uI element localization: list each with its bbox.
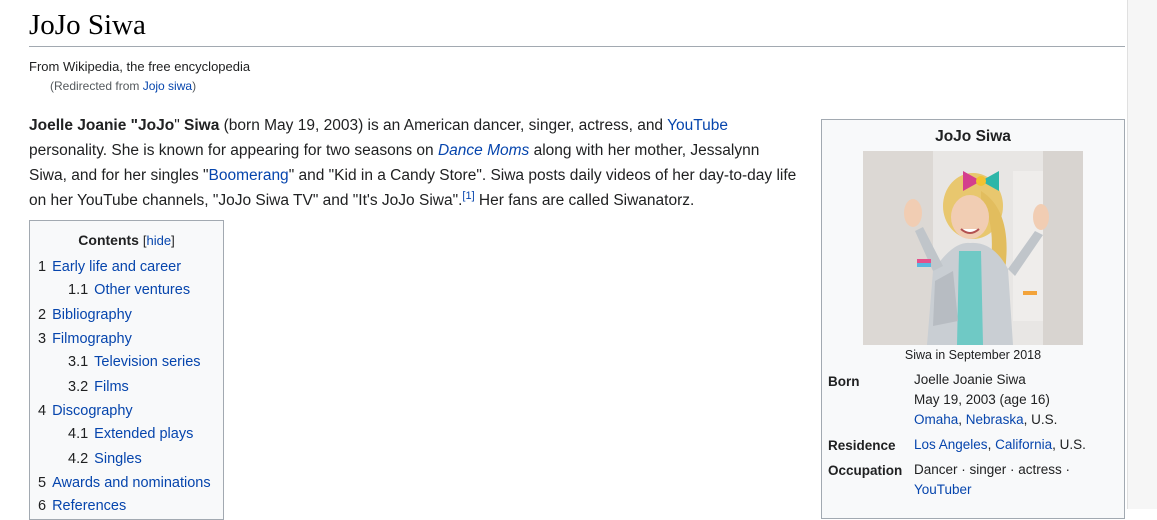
site-tagline: From Wikipedia, the free encyclopedia [29, 59, 251, 74]
toc-item-singles[interactable]: 4.2 Singles [68, 451, 142, 467]
lead-paragraph: Joelle Joanie "JoJo" Siwa (born May 19, … [29, 113, 799, 213]
lead-text: Her fans are called Siwanatorz. [474, 192, 695, 209]
toc-number: 3.1 [68, 354, 89, 370]
page-title: JoJo Siwa [29, 6, 1125, 47]
born-value: Joelle Joanie Siwa May 19, 2003 (age 16)… [914, 370, 1057, 430]
toc-item-bibliography[interactable]: 2 Bibliography [38, 307, 132, 323]
youtuber-link[interactable]: YouTuber [914, 482, 972, 497]
toc-label: Discography [52, 403, 133, 419]
toc-hide-link[interactable]: hide [146, 233, 171, 248]
born-label: Born [828, 374, 860, 389]
occupation-label: Occupation [828, 463, 903, 478]
toc-item-films[interactable]: 3.2 Films [68, 379, 129, 395]
toc-number: 6 [38, 498, 47, 514]
occupation-text: Dancer · singer · actress · [914, 462, 1071, 477]
occupation-value: Dancer · singer · actress · YouTuber [914, 460, 1070, 500]
toc-label: Films [94, 379, 129, 395]
born-date: May 19, 2003 (age 16) [914, 392, 1050, 407]
lead-name-first: Joelle Joanie " [29, 117, 139, 134]
omaha-link[interactable]: Omaha [914, 412, 958, 427]
reference-link[interactable]: [1] [462, 190, 474, 202]
toc-number: 2 [38, 307, 47, 323]
redirect-prefix: (Redirected from [50, 79, 143, 93]
photo-caption: Siwa in September 2018 [904, 348, 1042, 362]
toc-number: 3 [38, 331, 47, 347]
dance-moms-link[interactable]: Dance Moms [438, 142, 529, 159]
toc-item-references[interactable]: 6 References [38, 498, 126, 514]
residence-label: Residence [828, 438, 896, 453]
toc-number: 4 [38, 403, 47, 419]
lead-text: " [174, 117, 185, 134]
lead-text: personality. She is known for appearing … [29, 142, 438, 159]
toc-number: 5 [38, 475, 47, 491]
redirect-link[interactable]: Jojo siwa [143, 79, 192, 93]
los-angeles-link[interactable]: Los Angeles [914, 437, 988, 452]
toc-item-extended-plays[interactable]: 4.1 Extended plays [68, 426, 193, 442]
toc-number: 4.2 [68, 451, 89, 467]
toc-item-other-ventures[interactable]: 1.1 Other ventures [68, 282, 190, 298]
residence-country: , U.S. [1052, 437, 1086, 452]
toc-label: Other ventures [94, 282, 191, 298]
redirect-suffix: ) [192, 79, 197, 93]
infobox: JoJo Siwa Siwa in September 2018 Born Jo… [821, 119, 1125, 519]
toc-label: Singles [94, 451, 142, 467]
redirect-notice: (Redirected from Jojo siwa) [50, 79, 196, 93]
lead-nickname: JoJo [138, 117, 175, 134]
nebraska-link[interactable]: Nebraska [966, 412, 1024, 427]
toc-number: 3.2 [68, 379, 89, 395]
toc-item-discography[interactable]: 4 Discography [38, 403, 133, 419]
toc-number: 1.1 [68, 282, 89, 298]
toc-label: Early life and career [52, 259, 182, 275]
portrait-photo[interactable] [863, 151, 1083, 345]
toc-item-early-life[interactable]: 1 Early life and career [38, 259, 181, 275]
born-country: , U.S. [1023, 412, 1058, 427]
toc-title-row: Contents [hide] [30, 232, 223, 248]
scrollbar-track[interactable] [1127, 0, 1157, 509]
toc-label: Bibliography [52, 307, 132, 323]
toc-item-television-series[interactable]: 3.1 Television series [68, 354, 201, 370]
toc-item-filmography[interactable]: 3 Filmography [38, 331, 132, 347]
california-link[interactable]: California [995, 437, 1052, 452]
toc-number: 1 [38, 259, 47, 275]
boomerang-link[interactable]: Boomerang [209, 167, 289, 184]
table-of-contents: Contents [hide] 1 Early life and career 1… [29, 220, 224, 520]
youtube-link[interactable]: YouTube [667, 117, 728, 134]
portrait-illustration [863, 151, 1083, 345]
lead-text: (born May 19, 2003) is an American dance… [219, 117, 668, 134]
lead-surname: Siwa [184, 117, 220, 134]
toc-bracket: ] [171, 233, 175, 248]
toc-label: References [52, 498, 127, 514]
infobox-title: JoJo Siwa [935, 128, 1011, 145]
toc-label: Television series [94, 354, 201, 370]
born-place: Omaha, Nebraska, U.S. [914, 412, 1058, 427]
toc-number: 4.1 [68, 426, 89, 442]
toc-label: Extended plays [94, 426, 194, 442]
toc-title: Contents [78, 232, 139, 248]
toc-item-awards[interactable]: 5 Awards and nominations [38, 475, 211, 491]
toc-label: Awards and nominations [52, 475, 211, 491]
born-name: Joelle Joanie Siwa [914, 372, 1026, 387]
residence-value: Los Angeles, California, U.S. [914, 437, 1086, 452]
toc-label: Filmography [52, 331, 132, 347]
